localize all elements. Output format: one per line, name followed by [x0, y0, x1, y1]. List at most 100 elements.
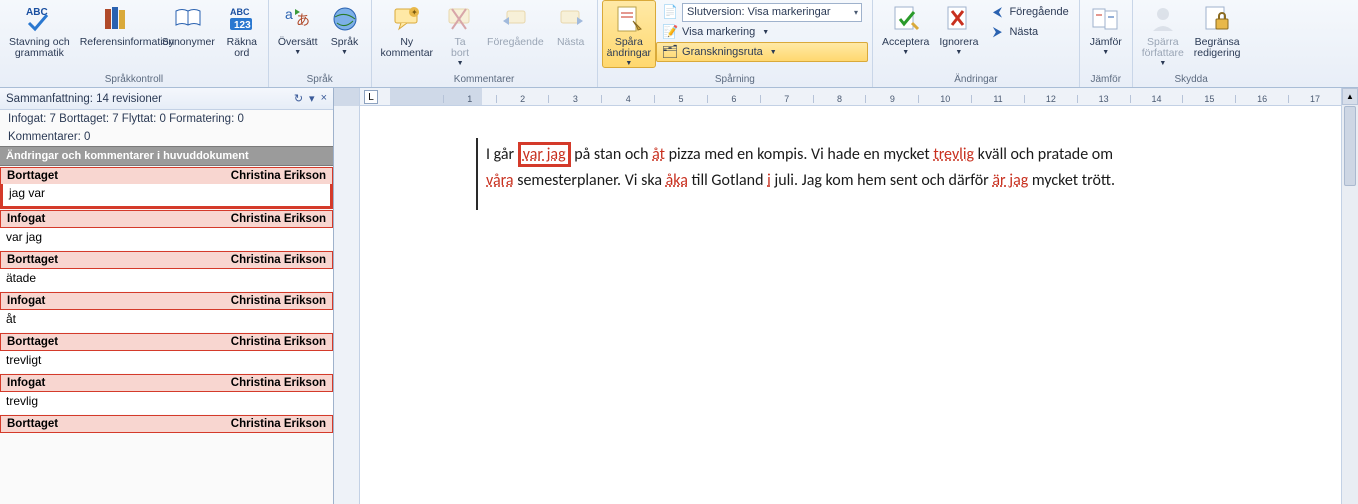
display-for-review-value: Slutversion: Visa markeringar [687, 6, 830, 18]
research-label: Referensinformation [80, 37, 152, 48]
wordcount-label: Räkna ord [227, 37, 257, 59]
revision-header[interactable]: Borttaget Christina Erikson [0, 251, 333, 269]
next-comment-icon [555, 3, 587, 35]
new-comment-icon: ✦ [391, 3, 423, 35]
next-comment-button: Nästa [549, 0, 593, 68]
revision-header[interactable]: Borttaget Christina Erikson [0, 333, 333, 351]
delete-comment-button: Ta bort ▼ [438, 0, 482, 68]
close-icon[interactable]: × [321, 92, 327, 105]
svg-text:ABC: ABC [230, 7, 250, 17]
revision-header[interactable]: Infogat Christina Erikson [0, 210, 333, 228]
revision-text[interactable]: trevlig [0, 392, 333, 414]
horizontal-ruler[interactable]: L 1234567891011121314151617 [360, 88, 1341, 106]
prev-change-button[interactable]: ⮜ Föregående [983, 2, 1074, 22]
revision-text[interactable]: trevligt [0, 351, 333, 373]
accept-button[interactable]: Acceptera ▼ [877, 0, 934, 68]
doc-insertion: är jag [992, 171, 1028, 190]
group-sparning: Spåra ändringar ▼ 📄 Slutversion: Visa ma… [598, 0, 873, 87]
doc-insertion: åka [666, 171, 688, 190]
caret-icon[interactable]: ▾ [309, 92, 315, 105]
svg-text:✦: ✦ [411, 8, 418, 17]
doc-text-fragment: kväll och pratade om [974, 145, 1113, 164]
globe-icon [329, 3, 361, 35]
document-column: L 1234567891011121314151617 I går var ja… [360, 88, 1341, 504]
document-text[interactable]: I går var jag på stan och åt pizza med e… [486, 142, 1321, 193]
revision-header[interactable]: Infogat Christina Erikson [0, 292, 333, 310]
revision-text[interactable]: jag var [0, 184, 333, 209]
revision-header[interactable]: Borttaget Christina Erikson [0, 415, 333, 433]
restrict-editing-button[interactable]: Begränsa redigering [1189, 0, 1246, 68]
research-button[interactable]: Referensinformation [75, 0, 157, 68]
reviewing-pane-stats: Infogat: 7 Borttaget: 7 Flyttat: 0 Forma… [0, 110, 333, 128]
revision-header[interactable]: Borttaget Christina Erikson [0, 167, 333, 185]
revision-header[interactable]: Infogat Christina Erikson [0, 374, 333, 392]
revision-text[interactable]: ätade [0, 269, 333, 291]
track-changes-button[interactable]: Spåra ändringar ▼ [602, 0, 656, 68]
restrict-editing-label: Begränsa redigering [1194, 37, 1241, 59]
reviewing-pane-summary: Sammanfattning: 14 revisioner [6, 93, 162, 105]
accept-icon [890, 3, 922, 35]
dropdown-icon: ▼ [294, 49, 301, 56]
language-button[interactable]: Språk ▼ [323, 0, 367, 68]
scroll-thumb[interactable] [1344, 106, 1356, 186]
block-authors-icon [1147, 3, 1179, 35]
wordcount-button[interactable]: ABC123 Räkna ord [220, 0, 264, 68]
group-sprak: aあ Översätt ▼ Språk ▼ Språk [269, 0, 372, 87]
wordcount-icon: ABC123 [226, 3, 258, 35]
thesaurus-button[interactable]: Synonymer [157, 0, 220, 68]
document-area: L 1234567891011121314151617 I går var ja… [334, 88, 1358, 504]
vertical-scrollbar[interactable]: ▲ [1341, 88, 1358, 504]
reviewing-pane-header: Sammanfattning: 14 revisioner ↻ ▾ × [0, 88, 333, 110]
page-surface[interactable]: I går var jag på stan och åt pizza med e… [360, 106, 1341, 504]
block-authors-button: Spärra författare ▼ [1137, 0, 1189, 68]
reviewing-pane-section: Ändringar och kommentarer i huvuddokumen… [0, 146, 333, 166]
scroll-up-button[interactable]: ▲ [1342, 88, 1358, 105]
translate-icon: aあ [282, 3, 314, 35]
accept-label: Acceptera [882, 37, 929, 48]
revision-type: Borttaget [7, 170, 58, 182]
arrow-right-icon: ⮞ [989, 24, 1005, 40]
reject-label: Ignorera [939, 37, 978, 48]
refresh-icon[interactable]: ↻ [294, 92, 303, 105]
display-for-review-dropdown[interactable]: 📄 Slutversion: Visa markeringar [656, 2, 868, 22]
language-label: Språk [331, 37, 358, 48]
revision-author: Christina Erikson [231, 377, 326, 389]
track-changes-label: Spåra ändringar [607, 37, 651, 59]
revision-author: Christina Erikson [231, 213, 326, 225]
revision-author: Christina Erikson [231, 254, 326, 266]
svg-text:あ: あ [296, 12, 310, 28]
group-label-sparning: Spårning [598, 74, 872, 85]
doc-text-fragment: till Gotland [688, 171, 767, 190]
reject-icon [943, 3, 975, 35]
revision-text[interactable]: åt [0, 310, 333, 332]
prev-change-label: Föregående [1009, 6, 1068, 18]
revision-author: Christina Erikson [231, 418, 326, 430]
dropdown-icon: ▼ [341, 49, 348, 56]
revision-author: Christina Erikson [231, 170, 326, 182]
display-for-review-select[interactable]: Slutversion: Visa markeringar [682, 3, 862, 22]
dropdown-icon: ▼ [625, 60, 632, 67]
show-markup-dropdown[interactable]: 📝 Visa markering ▼ [656, 22, 868, 42]
compare-button[interactable]: Jämför ▼ [1084, 0, 1128, 68]
tab-selector[interactable]: L [364, 90, 378, 104]
compare-label: Jämför [1090, 37, 1122, 48]
display-mode-icon: 📄 [662, 4, 678, 20]
block-authors-label: Spärra författare [1142, 37, 1184, 59]
revision-text[interactable]: var jag [0, 228, 333, 250]
reviewing-pane-label: Granskningsruta [682, 46, 763, 58]
spelling-button[interactable]: ABC Stavning och grammatik [4, 0, 75, 68]
doc-highlighted-insertion: var jag [518, 142, 571, 167]
next-change-button[interactable]: ⮞ Nästa [983, 22, 1074, 42]
reviewing-pane-dropdown[interactable]: 🗂 Granskningsruta ▼ [656, 42, 868, 62]
doc-text-fragment: pizza med en kompis. Vi hade en mycket [665, 145, 933, 164]
tracking-options-stack: 📄 Slutversion: Visa markeringar 📝 Visa m… [656, 0, 868, 68]
translate-button[interactable]: aあ Översätt ▼ [273, 0, 323, 68]
vertical-ruler[interactable] [334, 88, 360, 504]
dropdown-icon: ▼ [762, 29, 769, 36]
delete-comment-label: Ta bort [451, 37, 469, 59]
spelling-label: Stavning och grammatik [9, 37, 70, 59]
reject-button[interactable]: Ignorera ▼ [934, 0, 983, 68]
dropdown-icon: ▼ [955, 49, 962, 56]
doc-text-fragment: mycket trött. [1028, 171, 1115, 190]
new-comment-button[interactable]: ✦ Ny kommentar [376, 0, 439, 68]
